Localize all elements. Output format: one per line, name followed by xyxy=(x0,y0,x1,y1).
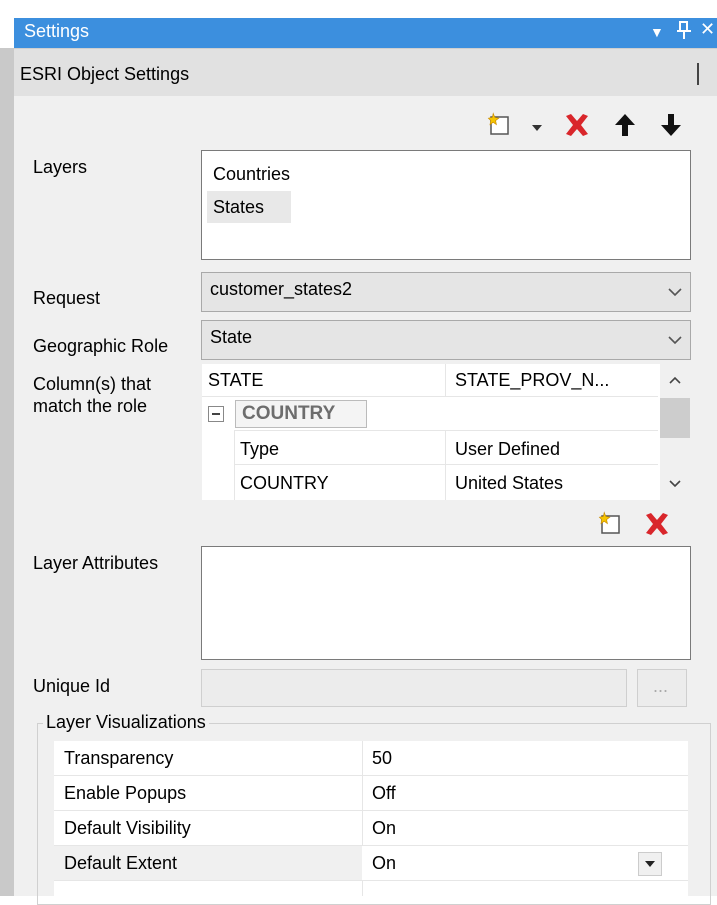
property-value: On xyxy=(372,818,397,838)
scroll-down-icon[interactable] xyxy=(669,480,681,488)
table-row[interactable]: Default Visibility On xyxy=(54,811,688,846)
grid-row-value: User Defined xyxy=(455,439,561,459)
chevron-down-icon xyxy=(668,336,682,345)
unique-id-input[interactable] xyxy=(201,669,627,707)
geographic-role-select[interactable]: State xyxy=(201,320,691,360)
new-item-icon[interactable] xyxy=(598,510,624,541)
dropdown-arrow-icon[interactable] xyxy=(531,118,543,139)
divider xyxy=(445,430,446,500)
grid-header-right: STATE_PROV_N... xyxy=(455,370,610,390)
property-value: On xyxy=(372,853,397,873)
group-row[interactable]: COUNTRY xyxy=(235,400,367,428)
request-label: Request xyxy=(33,288,101,308)
table-row[interactable]: Transparency 50 xyxy=(54,741,688,776)
pin-icon[interactable] xyxy=(677,20,691,45)
property-name: Default Extent xyxy=(64,853,178,873)
property-value: Off xyxy=(372,783,396,803)
window-title: Settings xyxy=(24,21,90,41)
list-item-label: States xyxy=(213,197,265,217)
top-margin xyxy=(0,0,717,18)
columns-match-label-1: Column(s) that xyxy=(33,374,152,394)
unique-id-browse-button[interactable]: ... xyxy=(637,669,687,707)
left-gutter xyxy=(0,48,14,896)
unique-id-label: Unique Id xyxy=(33,676,111,696)
geographic-role-label: Geographic Role xyxy=(33,336,169,356)
request-value: customer_states2 xyxy=(210,279,353,299)
grid-row-name: Type xyxy=(240,439,280,459)
layer-visualizations-title: Layer Visualizations xyxy=(43,712,209,733)
extent-dropdown-button[interactable] xyxy=(638,852,662,876)
new-item-icon[interactable] xyxy=(487,111,513,142)
move-up-icon[interactable] xyxy=(614,112,636,143)
columns-match-label-2: match the role xyxy=(33,396,148,416)
settings-titlebar: Settings ▼ ✕ xyxy=(14,18,717,48)
property-name: Transparency xyxy=(64,748,174,768)
scrollbar-thumb[interactable] xyxy=(660,398,690,438)
window-menu-dropdown-icon[interactable]: ▼ xyxy=(650,24,664,40)
section-header: ESRI Object Settings xyxy=(14,48,717,97)
scroll-up-icon[interactable] xyxy=(669,376,681,384)
table-row[interactable]: Enable Popups Off xyxy=(54,776,688,811)
left-margin xyxy=(0,18,14,48)
delete-icon[interactable] xyxy=(643,511,671,542)
layer-attributes-list[interactable] xyxy=(201,546,691,660)
property-name: Enable Popups xyxy=(64,783,187,803)
layer-attributes-label: Layer Attributes xyxy=(33,553,159,573)
geographic-role-value: State xyxy=(210,327,253,347)
close-icon[interactable]: ✕ xyxy=(700,19,715,40)
divider xyxy=(202,396,658,397)
grid-row-value: United States xyxy=(455,473,564,493)
layer-visualizations-grid[interactable]: Transparency 50 Enable Popups Off Defaul… xyxy=(54,741,688,896)
property-name: Default Visibility xyxy=(64,818,191,838)
list-item-label: Countries xyxy=(213,164,291,184)
chevron-down-icon xyxy=(668,288,682,297)
browse-button-label: ... xyxy=(653,676,669,696)
columns-match-grid[interactable]: STATE STATE_PROV_N... COUNTRY Type User … xyxy=(202,364,690,500)
list-item[interactable]: States xyxy=(207,191,291,223)
grid-header-left: STATE xyxy=(208,370,264,390)
grid-row-name: COUNTRY xyxy=(240,473,329,493)
collapse-icon[interactable] xyxy=(208,406,224,422)
layers-label: Layers xyxy=(33,157,88,177)
dropdown-arrow-icon xyxy=(645,861,655,867)
header-separator xyxy=(697,63,699,85)
divider xyxy=(234,430,235,500)
list-item[interactable]: Countries xyxy=(207,159,297,189)
move-down-icon[interactable] xyxy=(660,112,682,143)
group-label: COUNTRY xyxy=(242,403,336,424)
request-select[interactable]: customer_states2 xyxy=(201,272,691,312)
property-value: 50 xyxy=(372,748,393,768)
layers-list[interactable]: Countries States xyxy=(201,150,691,260)
divider xyxy=(445,364,446,396)
divider xyxy=(234,430,658,431)
section-title: ESRI Object Settings xyxy=(20,64,190,84)
delete-icon[interactable] xyxy=(563,112,591,143)
vertical-scrollbar[interactable] xyxy=(660,364,690,500)
table-row[interactable]: Default Extent On xyxy=(54,846,688,881)
divider xyxy=(234,464,658,465)
